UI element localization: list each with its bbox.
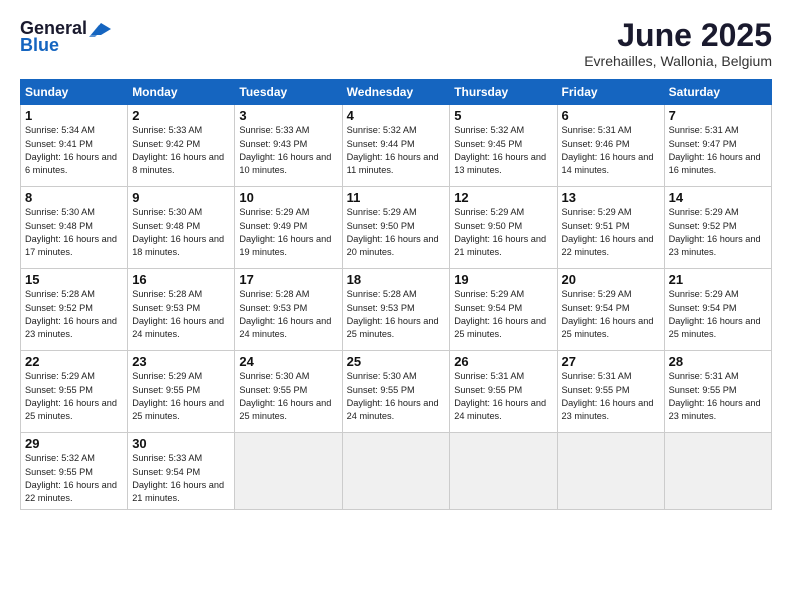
table-row — [557, 433, 664, 509]
table-row: 11Sunrise: 5:29 AMSunset: 9:50 PMDayligh… — [342, 187, 450, 269]
table-row: 25Sunrise: 5:30 AMSunset: 9:55 PMDayligh… — [342, 351, 450, 433]
table-row: 10Sunrise: 5:29 AMSunset: 9:49 PMDayligh… — [235, 187, 342, 269]
table-row: 7Sunrise: 5:31 AMSunset: 9:47 PMDaylight… — [664, 105, 771, 187]
table-row — [235, 433, 342, 509]
month-title: June 2025 — [584, 18, 772, 53]
page: General Blue June 2025 Evrehailles, Wall… — [0, 0, 792, 612]
col-thursday: Thursday — [450, 80, 557, 105]
table-row — [450, 433, 557, 509]
table-row: 1Sunrise: 5:34 AMSunset: 9:41 PMDaylight… — [21, 105, 128, 187]
table-row: 2Sunrise: 5:33 AMSunset: 9:42 PMDaylight… — [128, 105, 235, 187]
table-row: 20Sunrise: 5:29 AMSunset: 9:54 PMDayligh… — [557, 269, 664, 351]
title-block: June 2025 Evrehailles, Wallonia, Belgium — [584, 18, 772, 69]
calendar-header-row: Sunday Monday Tuesday Wednesday Thursday… — [21, 80, 772, 105]
col-friday: Friday — [557, 80, 664, 105]
table-row: 30Sunrise: 5:33 AMSunset: 9:54 PMDayligh… — [128, 433, 235, 509]
table-row: 26Sunrise: 5:31 AMSunset: 9:55 PMDayligh… — [450, 351, 557, 433]
table-row: 6Sunrise: 5:31 AMSunset: 9:46 PMDaylight… — [557, 105, 664, 187]
logo-icon — [89, 21, 111, 37]
calendar-table: Sunday Monday Tuesday Wednesday Thursday… — [20, 79, 772, 509]
table-row: 16Sunrise: 5:28 AMSunset: 9:53 PMDayligh… — [128, 269, 235, 351]
table-row: 9Sunrise: 5:30 AMSunset: 9:48 PMDaylight… — [128, 187, 235, 269]
table-row: 29Sunrise: 5:32 AMSunset: 9:55 PMDayligh… — [21, 433, 128, 509]
table-row: 27Sunrise: 5:31 AMSunset: 9:55 PMDayligh… — [557, 351, 664, 433]
col-tuesday: Tuesday — [235, 80, 342, 105]
table-row: 17Sunrise: 5:28 AMSunset: 9:53 PMDayligh… — [235, 269, 342, 351]
location: Evrehailles, Wallonia, Belgium — [584, 53, 772, 69]
table-row: 18Sunrise: 5:28 AMSunset: 9:53 PMDayligh… — [342, 269, 450, 351]
logo-blue-text: Blue — [20, 35, 59, 56]
table-row: 24Sunrise: 5:30 AMSunset: 9:55 PMDayligh… — [235, 351, 342, 433]
table-row: 8Sunrise: 5:30 AMSunset: 9:48 PMDaylight… — [21, 187, 128, 269]
col-sunday: Sunday — [21, 80, 128, 105]
logo: General Blue — [20, 18, 111, 56]
table-row — [664, 433, 771, 509]
table-row: 19Sunrise: 5:29 AMSunset: 9:54 PMDayligh… — [450, 269, 557, 351]
header: General Blue June 2025 Evrehailles, Wall… — [20, 18, 772, 69]
table-row: 5Sunrise: 5:32 AMSunset: 9:45 PMDaylight… — [450, 105, 557, 187]
table-row: 15Sunrise: 5:28 AMSunset: 9:52 PMDayligh… — [21, 269, 128, 351]
table-row: 14Sunrise: 5:29 AMSunset: 9:52 PMDayligh… — [664, 187, 771, 269]
table-row: 3Sunrise: 5:33 AMSunset: 9:43 PMDaylight… — [235, 105, 342, 187]
table-row: 21Sunrise: 5:29 AMSunset: 9:54 PMDayligh… — [664, 269, 771, 351]
table-row: 28Sunrise: 5:31 AMSunset: 9:55 PMDayligh… — [664, 351, 771, 433]
col-monday: Monday — [128, 80, 235, 105]
table-row: 22Sunrise: 5:29 AMSunset: 9:55 PMDayligh… — [21, 351, 128, 433]
table-row: 23Sunrise: 5:29 AMSunset: 9:55 PMDayligh… — [128, 351, 235, 433]
table-row: 13Sunrise: 5:29 AMSunset: 9:51 PMDayligh… — [557, 187, 664, 269]
table-row: 4Sunrise: 5:32 AMSunset: 9:44 PMDaylight… — [342, 105, 450, 187]
table-row: 12Sunrise: 5:29 AMSunset: 9:50 PMDayligh… — [450, 187, 557, 269]
table-row — [342, 433, 450, 509]
col-wednesday: Wednesday — [342, 80, 450, 105]
col-saturday: Saturday — [664, 80, 771, 105]
